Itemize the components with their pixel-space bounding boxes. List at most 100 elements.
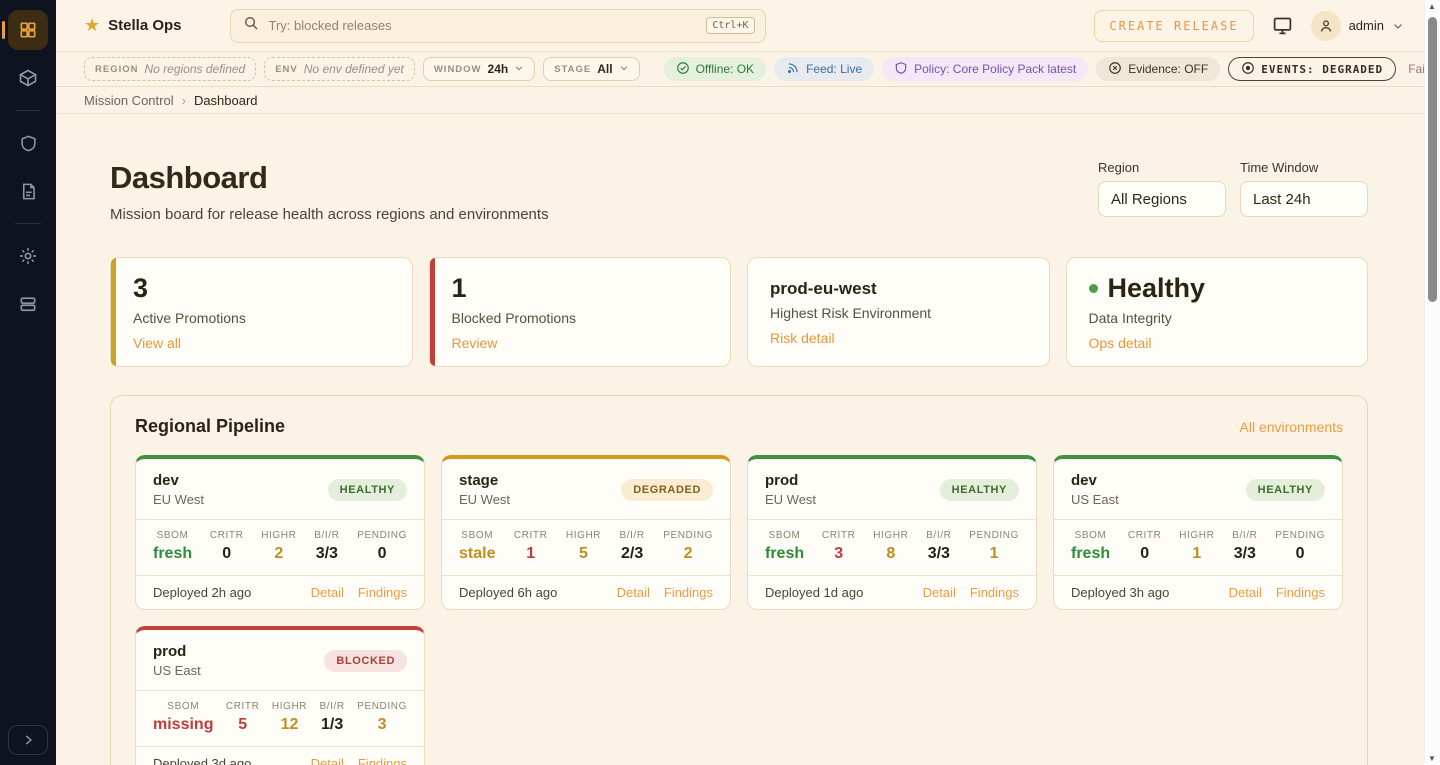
- breadcrumb-parent[interactable]: Mission Control: [84, 93, 174, 108]
- findings-link[interactable]: Findings: [1276, 585, 1325, 600]
- content-area: ★ Stella Ops Ctrl+K CREATE RELEASE admin: [56, 0, 1424, 765]
- time-window-select-value: Last 24h: [1253, 191, 1311, 208]
- sidebar-item-releases[interactable]: [8, 58, 48, 98]
- chevron-down-icon: [1392, 20, 1404, 32]
- events-status-pill[interactable]: EVENTS: DEGRADED: [1228, 57, 1396, 81]
- sbom-value: stale: [459, 545, 495, 563]
- server-stack-icon: [18, 294, 38, 314]
- offline-status-label: Offline: OK: [696, 62, 754, 76]
- all-environments-link[interactable]: All environments: [1240, 419, 1344, 435]
- sidebar-item-infrastructure[interactable]: [8, 284, 48, 324]
- status-badge: HEALTHY: [940, 479, 1019, 501]
- scrollbar[interactable]: ▲ ▼: [1424, 0, 1440, 765]
- stat-label: PENDING: [357, 701, 407, 712]
- detail-link[interactable]: Detail: [311, 756, 344, 765]
- sidebar-item-settings[interactable]: [8, 236, 48, 276]
- data-integrity-label: Data Integrity: [1089, 310, 1346, 326]
- highr-value: 8: [873, 545, 908, 563]
- user-menu[interactable]: admin: [1311, 11, 1404, 41]
- view-all-link[interactable]: View all: [133, 335, 390, 351]
- findings-link[interactable]: Findings: [358, 585, 407, 600]
- env-filter-chip[interactable]: ENV No env defined yet: [264, 57, 415, 81]
- pending-value: 3: [357, 716, 407, 734]
- window-chip-label: WINDOW: [434, 64, 482, 75]
- highest-risk-card: prod-eu-west Highest Risk Environment Ri…: [747, 257, 1050, 367]
- review-link[interactable]: Review: [452, 335, 709, 351]
- search-icon: [243, 15, 259, 36]
- search-input[interactable]: [269, 18, 697, 33]
- stat-label: CRITR: [1128, 530, 1162, 541]
- stat-label: CRITR: [514, 530, 548, 541]
- page-title: Dashboard: [110, 160, 549, 196]
- region-select[interactable]: All Regions: [1098, 181, 1226, 217]
- scrollbar-up-arrow[interactable]: ▲: [1428, 2, 1436, 11]
- window-filter-chip[interactable]: WINDOW 24h: [423, 57, 535, 81]
- sidebar-item-documents[interactable]: [8, 171, 48, 211]
- display-monitor-icon[interactable]: [1272, 15, 1293, 36]
- risk-detail-link[interactable]: Risk detail: [770, 330, 1027, 346]
- findings-link[interactable]: Findings: [358, 756, 407, 765]
- detail-link[interactable]: Detail: [923, 585, 956, 600]
- stat-label: B/I/R: [314, 530, 339, 541]
- env-chip-value: No env defined yet: [304, 62, 404, 76]
- critr-value: 5: [226, 716, 260, 734]
- pipeline-card-prod-us-east: prod US East BLOCKED SBOMmissing CRITR5 …: [135, 626, 425, 765]
- sidebar-item-security[interactable]: [8, 123, 48, 163]
- deployed-time: Deployed 2h ago: [153, 585, 251, 600]
- pending-value: 0: [357, 545, 407, 563]
- env-name: prod: [765, 472, 816, 489]
- global-search[interactable]: Ctrl+K: [230, 9, 766, 43]
- stage-filter-chip[interactable]: STAGE All: [543, 57, 639, 81]
- detail-link[interactable]: Detail: [1229, 585, 1262, 600]
- stat-label: CRITR: [210, 530, 244, 541]
- critr-value: 3: [822, 545, 856, 563]
- sidebar-expand-button[interactable]: [8, 725, 48, 755]
- critr-value: 0: [210, 545, 244, 563]
- check-circle-icon: [676, 61, 690, 78]
- sidebar-divider: [15, 110, 41, 111]
- policy-pill[interactable]: Policy: Core Policy Pack latest: [882, 57, 1088, 81]
- env-region: EU West: [459, 492, 510, 507]
- active-promotions-value: 3: [133, 274, 390, 304]
- stat-label: HIGHR: [873, 530, 908, 541]
- time-window-select[interactable]: Last 24h: [1240, 181, 1368, 217]
- stat-label: B/I/R: [620, 530, 645, 541]
- bir-value: 1/3: [320, 716, 345, 734]
- breadcrumb-current: Dashboard: [194, 93, 258, 108]
- offline-status-pill[interactable]: Offline: OK: [664, 57, 766, 81]
- region-select-value: All Regions: [1111, 191, 1187, 208]
- stat-label: PENDING: [663, 530, 713, 541]
- status-badge: BLOCKED: [324, 650, 407, 672]
- highr-value: 1: [1179, 545, 1214, 563]
- env-region: EU West: [765, 492, 816, 507]
- user-avatar: [1311, 11, 1341, 41]
- sidebar-item-dashboard[interactable]: [8, 10, 48, 50]
- stat-label: HIGHR: [566, 530, 601, 541]
- env-chip-label: ENV: [275, 64, 298, 75]
- brand[interactable]: ★ Stella Ops: [84, 15, 182, 36]
- document-icon: [19, 182, 38, 201]
- stat-label: SBOM: [765, 530, 804, 541]
- panel-title: Regional Pipeline: [135, 416, 285, 437]
- findings-link[interactable]: Findings: [664, 585, 713, 600]
- feed-status-pill[interactable]: Feed: Live: [774, 57, 874, 81]
- scrollbar-down-arrow[interactable]: ▼: [1428, 754, 1436, 763]
- detail-link[interactable]: Detail: [617, 585, 650, 600]
- region-filter-chip[interactable]: REGION No regions defined: [84, 57, 256, 81]
- bir-value: 3/3: [926, 545, 951, 563]
- scrollbar-thumb[interactable]: [1428, 17, 1437, 302]
- breadcrumb-separator: ›: [182, 93, 186, 108]
- stat-label: SBOM: [1071, 530, 1110, 541]
- region-chip-value: No regions defined: [144, 62, 245, 76]
- deployed-time: Deployed 3h ago: [1071, 585, 1169, 600]
- evidence-pill[interactable]: Evidence: OFF: [1096, 57, 1220, 81]
- detail-link[interactable]: Detail: [311, 585, 344, 600]
- pipeline-card-dev-us-east: dev US East HEALTHY SBOMfresh CRITR0 HIG…: [1053, 455, 1343, 610]
- main-content: Dashboard Mission board for release heal…: [56, 114, 1368, 765]
- findings-link[interactable]: Findings: [970, 585, 1019, 600]
- page-subtitle: Mission board for release health across …: [110, 206, 549, 223]
- deployed-time: Deployed 3d ago: [153, 756, 251, 765]
- ops-detail-link[interactable]: Ops detail: [1089, 335, 1346, 351]
- create-release-button[interactable]: CREATE RELEASE: [1094, 10, 1253, 42]
- stat-label: HIGHR: [261, 530, 296, 541]
